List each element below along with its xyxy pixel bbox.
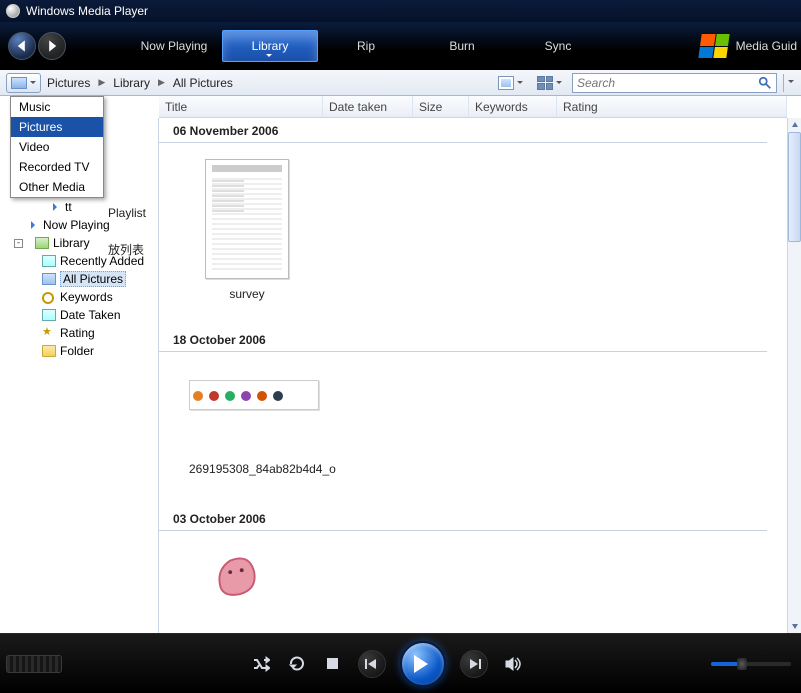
- column-title[interactable]: Title: [159, 96, 323, 117]
- tree-item-all-pictures[interactable]: All Pictures: [0, 270, 158, 288]
- tree-item-tt[interactable]: tt: [0, 198, 158, 216]
- chevron-right-icon: ▶: [156, 77, 167, 88]
- tab-label: Rip: [357, 39, 375, 53]
- breadcrumb-library[interactable]: Library: [111, 76, 152, 90]
- pictures-icon: [42, 273, 56, 285]
- tab-label: Library: [252, 39, 289, 53]
- grid-icon: [537, 76, 553, 90]
- content-pane: 06 November 2006 survey 18 October 2006 …: [159, 118, 787, 633]
- app-title: Windows Media Player: [26, 4, 148, 18]
- column-rating[interactable]: Rating: [557, 96, 787, 117]
- shuffle-button[interactable]: [250, 653, 272, 675]
- chevron-down-icon: [517, 81, 523, 87]
- scroll-up-button[interactable]: [788, 118, 801, 132]
- picture-item-269195308[interactable]: 269195308_84ab82b4d4_o: [159, 380, 787, 476]
- search-icon: [758, 76, 772, 90]
- collapse-icon[interactable]: -: [14, 239, 23, 248]
- compact-mode-button[interactable]: [6, 655, 62, 673]
- tree-item-folder[interactable]: Folder: [0, 342, 158, 360]
- column-date-taken[interactable]: Date taken: [323, 96, 413, 117]
- forward-button[interactable]: [38, 32, 66, 60]
- chevron-right-icon: ▶: [96, 77, 107, 88]
- tab-library[interactable]: Library: [222, 30, 318, 62]
- layout-view-button[interactable]: [494, 75, 527, 91]
- picture-item-survey[interactable]: survey: [203, 159, 291, 301]
- star-icon: ★: [42, 327, 56, 339]
- previous-button[interactable]: [358, 650, 386, 678]
- image-thumbnail-icon: [189, 380, 319, 410]
- tree-item-rating[interactable]: ★Rating: [0, 324, 158, 342]
- chevron-down-icon: [30, 81, 36, 87]
- play-icon: [31, 221, 39, 229]
- tab-label: Sync: [545, 39, 572, 53]
- picture-item-blob[interactable]: [211, 551, 259, 599]
- windows-logo-icon: [698, 34, 729, 58]
- toolbar: Pictures ▶ Library ▶ All Pictures: [0, 70, 801, 96]
- scroll-down-button[interactable]: [788, 619, 801, 633]
- picture-label: survey: [229, 287, 264, 301]
- document-thumbnail-icon: [205, 159, 289, 279]
- picture-label: 269195308_84ab82b4d4_o: [159, 422, 787, 476]
- tree-item-keywords[interactable]: Keywords: [0, 288, 158, 306]
- stop-button[interactable]: [322, 653, 344, 675]
- play-icon: [414, 655, 437, 673]
- layout-icon: [498, 76, 514, 90]
- menu-item-recorded-tv[interactable]: Recorded TV: [11, 157, 103, 177]
- search-input[interactable]: [577, 76, 758, 90]
- key-icon: [42, 291, 56, 303]
- menu-item-other-media[interactable]: Other Media: [11, 177, 103, 197]
- category-menu: Music Pictures Video Recorded TV Other M…: [10, 96, 104, 198]
- title-bar: Windows Media Player: [0, 0, 801, 22]
- column-headers: Title Date taken Size Keywords Rating: [159, 96, 787, 118]
- tree-item-recently-added[interactable]: Recently Added: [0, 252, 158, 270]
- vertical-scrollbar[interactable]: [787, 118, 801, 633]
- menu-item-music[interactable]: Music: [11, 97, 103, 117]
- scrollbar-thumb[interactable]: [788, 132, 801, 242]
- tab-media-guide[interactable]: Media Guid: [736, 39, 797, 53]
- play-button[interactable]: [400, 641, 446, 687]
- breadcrumb-all-pictures[interactable]: All Pictures: [171, 76, 235, 90]
- app-icon: [6, 4, 20, 18]
- folder-icon: [42, 345, 56, 357]
- play-icon: [53, 203, 61, 211]
- calendar-icon: [42, 309, 56, 321]
- group-header[interactable]: 03 October 2006: [159, 506, 767, 531]
- search-box[interactable]: [572, 73, 777, 93]
- column-keywords[interactable]: Keywords: [469, 96, 557, 117]
- top-nav: Now Playing Library Rip Burn Sync Media …: [0, 22, 801, 70]
- next-button[interactable]: [460, 650, 488, 678]
- icon-view-button[interactable]: [533, 75, 566, 91]
- category-selector-button[interactable]: [6, 73, 41, 93]
- library-icon: [35, 237, 49, 249]
- player-bar: [0, 633, 801, 693]
- column-size[interactable]: Size: [413, 96, 469, 117]
- image-thumbnail-icon: [211, 551, 259, 599]
- back-button[interactable]: [8, 32, 36, 60]
- tree-item-date-taken[interactable]: Date Taken: [0, 306, 158, 324]
- workspace: Title Date taken Size Keywords Rating Pl…: [0, 96, 801, 633]
- mute-button[interactable]: [502, 653, 524, 675]
- tree-item-now-playing[interactable]: Now Playing: [0, 216, 158, 234]
- tree-item-library[interactable]: -Library: [0, 234, 158, 252]
- tab-sync[interactable]: Sync: [510, 22, 606, 70]
- tab-label: Burn: [449, 39, 474, 53]
- toolbar-menu-button[interactable]: [783, 74, 797, 92]
- scrollbar-track[interactable]: [788, 132, 801, 619]
- tab-now-playing[interactable]: Now Playing: [126, 22, 222, 70]
- group-header[interactable]: 18 October 2006: [159, 327, 767, 352]
- chevron-down-icon: [556, 81, 562, 87]
- group-header[interactable]: 06 November 2006: [159, 118, 767, 143]
- repeat-button[interactable]: [286, 653, 308, 675]
- tab-rip[interactable]: Rip: [318, 22, 414, 70]
- breadcrumb-pictures[interactable]: Pictures: [45, 76, 92, 90]
- pictures-icon: [11, 77, 27, 89]
- volume-slider[interactable]: [711, 662, 791, 666]
- menu-item-video[interactable]: Video: [11, 137, 103, 157]
- tab-burn[interactable]: Burn: [414, 22, 510, 70]
- calendar-icon: [42, 255, 56, 267]
- chevron-down-icon: [788, 80, 794, 86]
- menu-item-pictures[interactable]: Pictures: [11, 117, 103, 137]
- tab-label: Now Playing: [141, 39, 208, 53]
